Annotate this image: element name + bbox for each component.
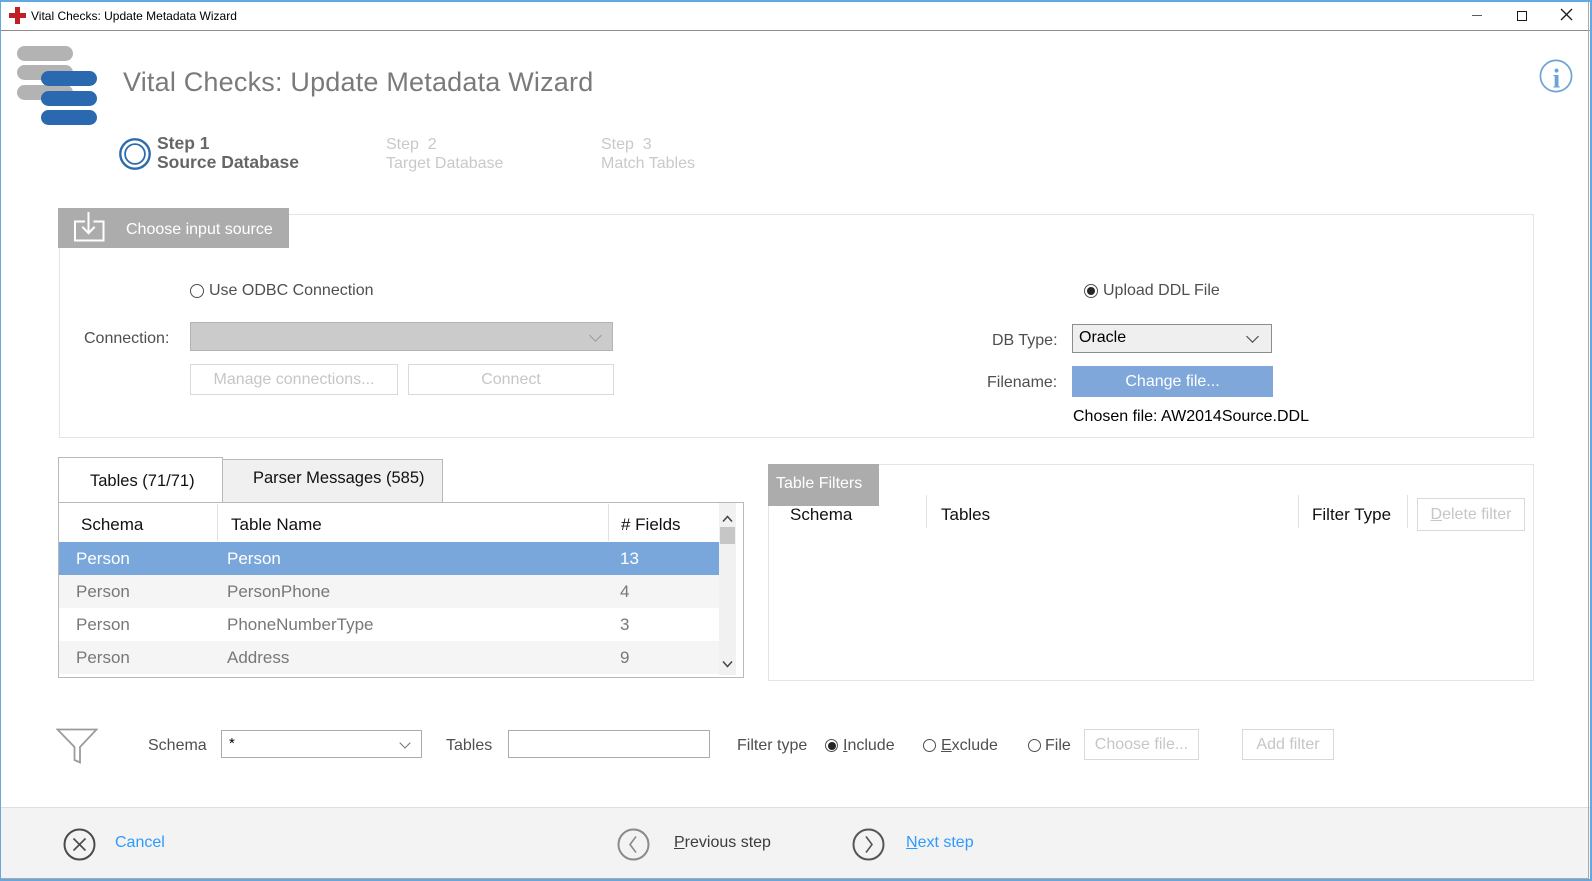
svg-text:i: i bbox=[1553, 64, 1561, 94]
